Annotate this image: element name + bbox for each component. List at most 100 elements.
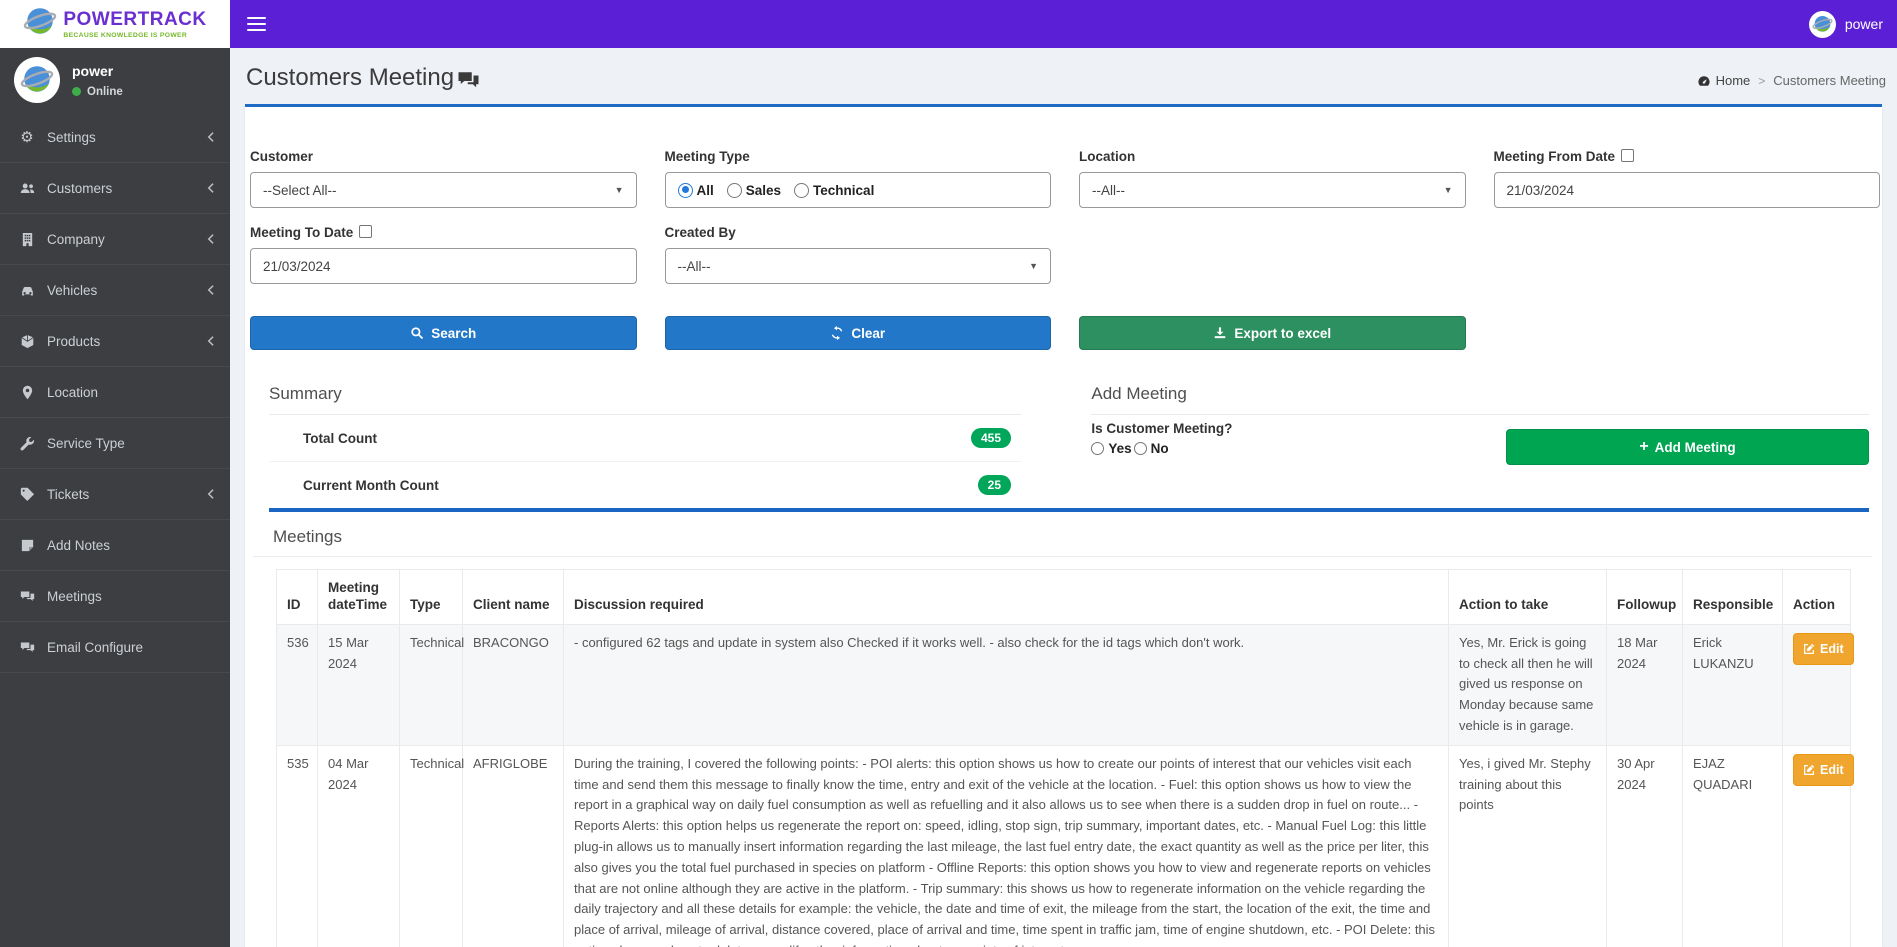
cell-type: Technical: [399, 623, 464, 746]
col-header-action: Action: [1782, 569, 1851, 625]
chevron-left-icon: [206, 284, 215, 296]
created-by-select-value: --All--: [677, 258, 711, 274]
users-icon: [18, 181, 36, 196]
yes-radio[interactable]: Yes: [1091, 441, 1132, 456]
cell-id: 535: [276, 744, 318, 947]
customer-field: Customer --Select All-- ▼: [250, 149, 637, 208]
sidebar-item-label: Email Configure: [47, 639, 144, 655]
sidebar-item-add-notes[interactable]: Add Notes: [0, 520, 230, 571]
radio-unchecked-icon: [794, 182, 810, 198]
sidebar-item-label: Add Notes: [47, 537, 111, 553]
clear-button[interactable]: Clear: [664, 316, 1051, 350]
chevron-left-icon: [206, 233, 215, 245]
meeting-type-radiogroup: All Sales Technical: [664, 172, 1051, 208]
content-area: Customers Meeting Home > Customers Meeti…: [230, 48, 1897, 947]
no-radio[interactable]: No: [1133, 441, 1169, 456]
sidebar-item-customers[interactable]: Customers: [0, 163, 230, 214]
meeting-type-technical-radio[interactable]: Technical: [794, 182, 874, 198]
breadcrumb-current: Customers Meeting: [1773, 73, 1886, 88]
sidebar-item-location[interactable]: Location: [0, 367, 230, 418]
sidebar-item-vehicles[interactable]: Vehicles: [0, 265, 230, 316]
edit-icon: [1804, 764, 1815, 775]
sidebar-item-tickets[interactable]: Tickets: [0, 469, 230, 520]
user-name: power: [72, 62, 114, 79]
table-row: 536 15 Mar 2024 Technical BRACONGO - con…: [276, 623, 1854, 746]
table-header-row: ID Meeting dateTime Type Client name Dis…: [276, 569, 1851, 625]
edit-button[interactable]: Edit: [1793, 753, 1854, 786]
topbar-user-menu[interactable]: power: [1808, 10, 1883, 38]
filter-form: Customer --Select All-- ▼ Meeting Type A…: [250, 149, 1880, 284]
location-select-value: --All--: [1092, 182, 1125, 198]
brand-text: POWERTRACK BECAUSE KNOWLEDGE IS POWER: [63, 10, 206, 39]
total-count-badge: 455: [970, 428, 1011, 448]
user-status: Online: [72, 86, 123, 98]
summary-addmeeting-row: Summary Total Count 455 Current Month Co…: [269, 384, 1869, 508]
is-customer-meeting-radiogroup: Yes No: [1091, 441, 1232, 456]
to-date-label: Meeting To Date: [250, 225, 637, 241]
breadcrumb-home-label: Home: [1715, 73, 1751, 88]
meetings-heading: Meetings: [273, 527, 342, 546]
dashboard-icon: [1698, 75, 1710, 86]
sidebar-item-products[interactable]: Products: [0, 316, 230, 367]
add-meeting-heading: Add Meeting: [1091, 384, 1869, 415]
summary-total-row: Total Count 455: [269, 415, 1021, 462]
main-panel: Customer --Select All-- ▼ Meeting Type A…: [245, 104, 1882, 947]
location-field: Location --All-- ▼: [1079, 149, 1466, 208]
sidebar-toggle-button[interactable]: [247, 13, 267, 35]
location-select[interactable]: --All-- ▼: [1079, 172, 1466, 208]
download-icon: [1215, 327, 1226, 339]
filter-actions: Search Clear Export to excel: [250, 316, 1880, 350]
cell-id: 536: [276, 623, 318, 746]
caret-down-icon: ▼: [1029, 261, 1038, 271]
sidebar-item-settings[interactable]: ⚙ Settings: [0, 112, 230, 163]
col-header-id: ID: [276, 569, 318, 625]
col-header-type: Type: [399, 569, 463, 625]
meeting-type-field: Meeting Type All Sales Technical: [664, 149, 1051, 208]
user-avatar: [14, 57, 60, 103]
cell-action: Edit: [1782, 623, 1854, 746]
summary-month-row: Current Month Count 25: [269, 462, 1021, 508]
cell-action: Edit: [1782, 744, 1854, 947]
sidebar-item-email-configure[interactable]: Email Configure: [0, 622, 230, 673]
meeting-type-all-radio[interactable]: All: [677, 182, 714, 198]
sidebar-item-meetings[interactable]: Meetings: [0, 571, 230, 622]
from-date-checkbox[interactable]: [1621, 149, 1635, 162]
meeting-type-sales-radio[interactable]: Sales: [726, 182, 781, 198]
blue-divider: [269, 508, 1869, 512]
edit-button[interactable]: Edit: [1793, 632, 1854, 665]
export-to-excel-button[interactable]: Export to excel: [1079, 316, 1466, 350]
customer-label: Customer: [250, 149, 314, 164]
col-header-client: Client name: [462, 569, 564, 625]
created-by-label: Created By: [664, 225, 736, 240]
search-button[interactable]: Search: [250, 316, 637, 350]
created-by-select[interactable]: --All-- ▼: [664, 248, 1051, 284]
customer-select[interactable]: --Select All-- ▼: [250, 172, 637, 208]
page-title: Customers Meeting: [246, 63, 480, 93]
to-date-checkbox[interactable]: [359, 225, 373, 238]
sidebar-item-company[interactable]: Company: [0, 214, 230, 265]
breadcrumb-separator: >: [1758, 73, 1766, 88]
sidebar-item-label: Meetings: [47, 588, 102, 604]
cell-responsible: Erick LUKANZU: [1682, 623, 1783, 746]
add-meeting-button[interactable]: + Add Meeting: [1505, 429, 1869, 465]
topbar: power: [230, 0, 1897, 48]
radio-unchecked-icon: [1133, 442, 1147, 455]
summary-month-label: Current Month Count: [303, 477, 439, 493]
edit-icon: [1804, 643, 1815, 654]
meeting-from-date-input[interactable]: [1493, 172, 1880, 208]
breadcrumb-home-link[interactable]: Home: [1697, 73, 1751, 88]
plus-icon: +: [1639, 438, 1649, 455]
brand-logo[interactable]: POWERTRACK BECAUSE KNOWLEDGE IS POWER: [0, 0, 230, 48]
tag-icon: [18, 487, 36, 502]
meeting-to-date-input[interactable]: [250, 248, 637, 284]
col-header-followup: Followup: [1606, 569, 1683, 625]
refresh-icon: [832, 326, 843, 340]
radio-unchecked-icon: [726, 182, 742, 198]
sidebar-item-service-type[interactable]: Service Type: [0, 418, 230, 469]
sidebar-item-label: Vehicles: [47, 282, 98, 298]
cell-discussion: During the training, I covered the follo…: [563, 744, 1449, 947]
col-header-action-to-take: Action to take: [1448, 569, 1607, 625]
user-info: power Online: [72, 63, 123, 98]
wrench-icon: [18, 436, 36, 451]
from-date-field: Meeting From Date: [1493, 149, 1880, 208]
